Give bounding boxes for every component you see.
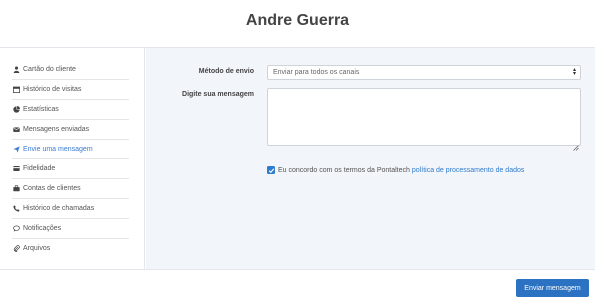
sidebar-item-label: Notificações [23, 225, 62, 233]
sidebar-item-statistics[interactable]: Estatísticas [12, 100, 129, 120]
briefcase-icon [12, 184, 21, 193]
method-select[interactable]: Enviar para todos os canais ▴ ▾ [267, 65, 581, 80]
phone-icon [12, 204, 21, 213]
send-icon [12, 145, 21, 154]
privacy-policy-link[interactable]: política de processamento de dados [412, 167, 524, 174]
user-icon [12, 65, 21, 74]
check-icon [268, 167, 274, 173]
sidebar-item-label: Contas de clientes [23, 185, 81, 193]
resize-grip-icon[interactable] [573, 138, 579, 151]
sidebar-item-visit-history[interactable]: Histórico de visitas [12, 80, 129, 100]
sidebar-item-label: Histórico de visitas [23, 85, 82, 93]
sidebar-item-customer-accounts[interactable]: Contas de clientes [12, 179, 129, 200]
sidebar-item-label: Histórico de chamadas [23, 205, 95, 213]
sidebar-item-label: Estatísticas [23, 105, 59, 113]
envelope-icon [12, 125, 21, 134]
consent-checkbox[interactable] [267, 166, 275, 174]
sidebar-item-send-message[interactable]: Envie uma mensagem [12, 140, 129, 160]
consent-row: Eu concordo com os termos da Pontaltech … [267, 166, 524, 174]
method-label: Método de envio [198, 68, 254, 75]
sidebar-item-files[interactable]: Arquivos [12, 239, 129, 259]
sidebar-item-label: Arquivos [23, 245, 51, 253]
comment-icon [12, 224, 21, 233]
sidebar-item-customer-card[interactable]: Cartão do cliente [12, 60, 129, 80]
sidebar-list: Cartão do cliente Histórico de visitas E… [12, 60, 129, 259]
sidebar-item-call-history[interactable]: Histórico de chamadas [12, 199, 129, 220]
calendar-icon [12, 85, 21, 94]
sidebar: Cartão do cliente Histórico de visitas E… [0, 48, 145, 269]
consent-text: Eu concordo com os termos da Pontaltech [278, 166, 410, 174]
message-form: Método de envio Enviar para todos os can… [146, 48, 595, 269]
sidebar-item-label: Envie uma mensagem [23, 145, 93, 153]
message-textarea[interactable] [267, 88, 581, 151]
message-label: Digite sua mensagem [182, 91, 254, 98]
content-panel: Cartão do cliente Histórico de visitas E… [0, 47, 595, 270]
sidebar-item-label: Cartão do cliente [23, 65, 76, 73]
sidebar-item-sent-messages[interactable]: Mensagens enviadas [12, 120, 129, 140]
method-select-value: Enviar para todos os canais [273, 69, 360, 76]
send-message-button[interactable]: Enviar mensagem [516, 279, 589, 297]
pie-chart-icon [12, 105, 21, 114]
sidebar-item-loyalty[interactable]: Fidelidade [12, 159, 129, 180]
page-title: Andre Guerra [245, 12, 350, 29]
select-arrows-icon: ▴ ▾ [572, 67, 576, 77]
paperclip-icon [12, 244, 21, 253]
sidebar-item-label: Mensagens enviadas [23, 125, 90, 133]
credit-card-icon [12, 164, 21, 173]
sidebar-item-label: Fidelidade [23, 165, 56, 173]
sidebar-item-notifications[interactable]: Notificações [12, 219, 129, 240]
